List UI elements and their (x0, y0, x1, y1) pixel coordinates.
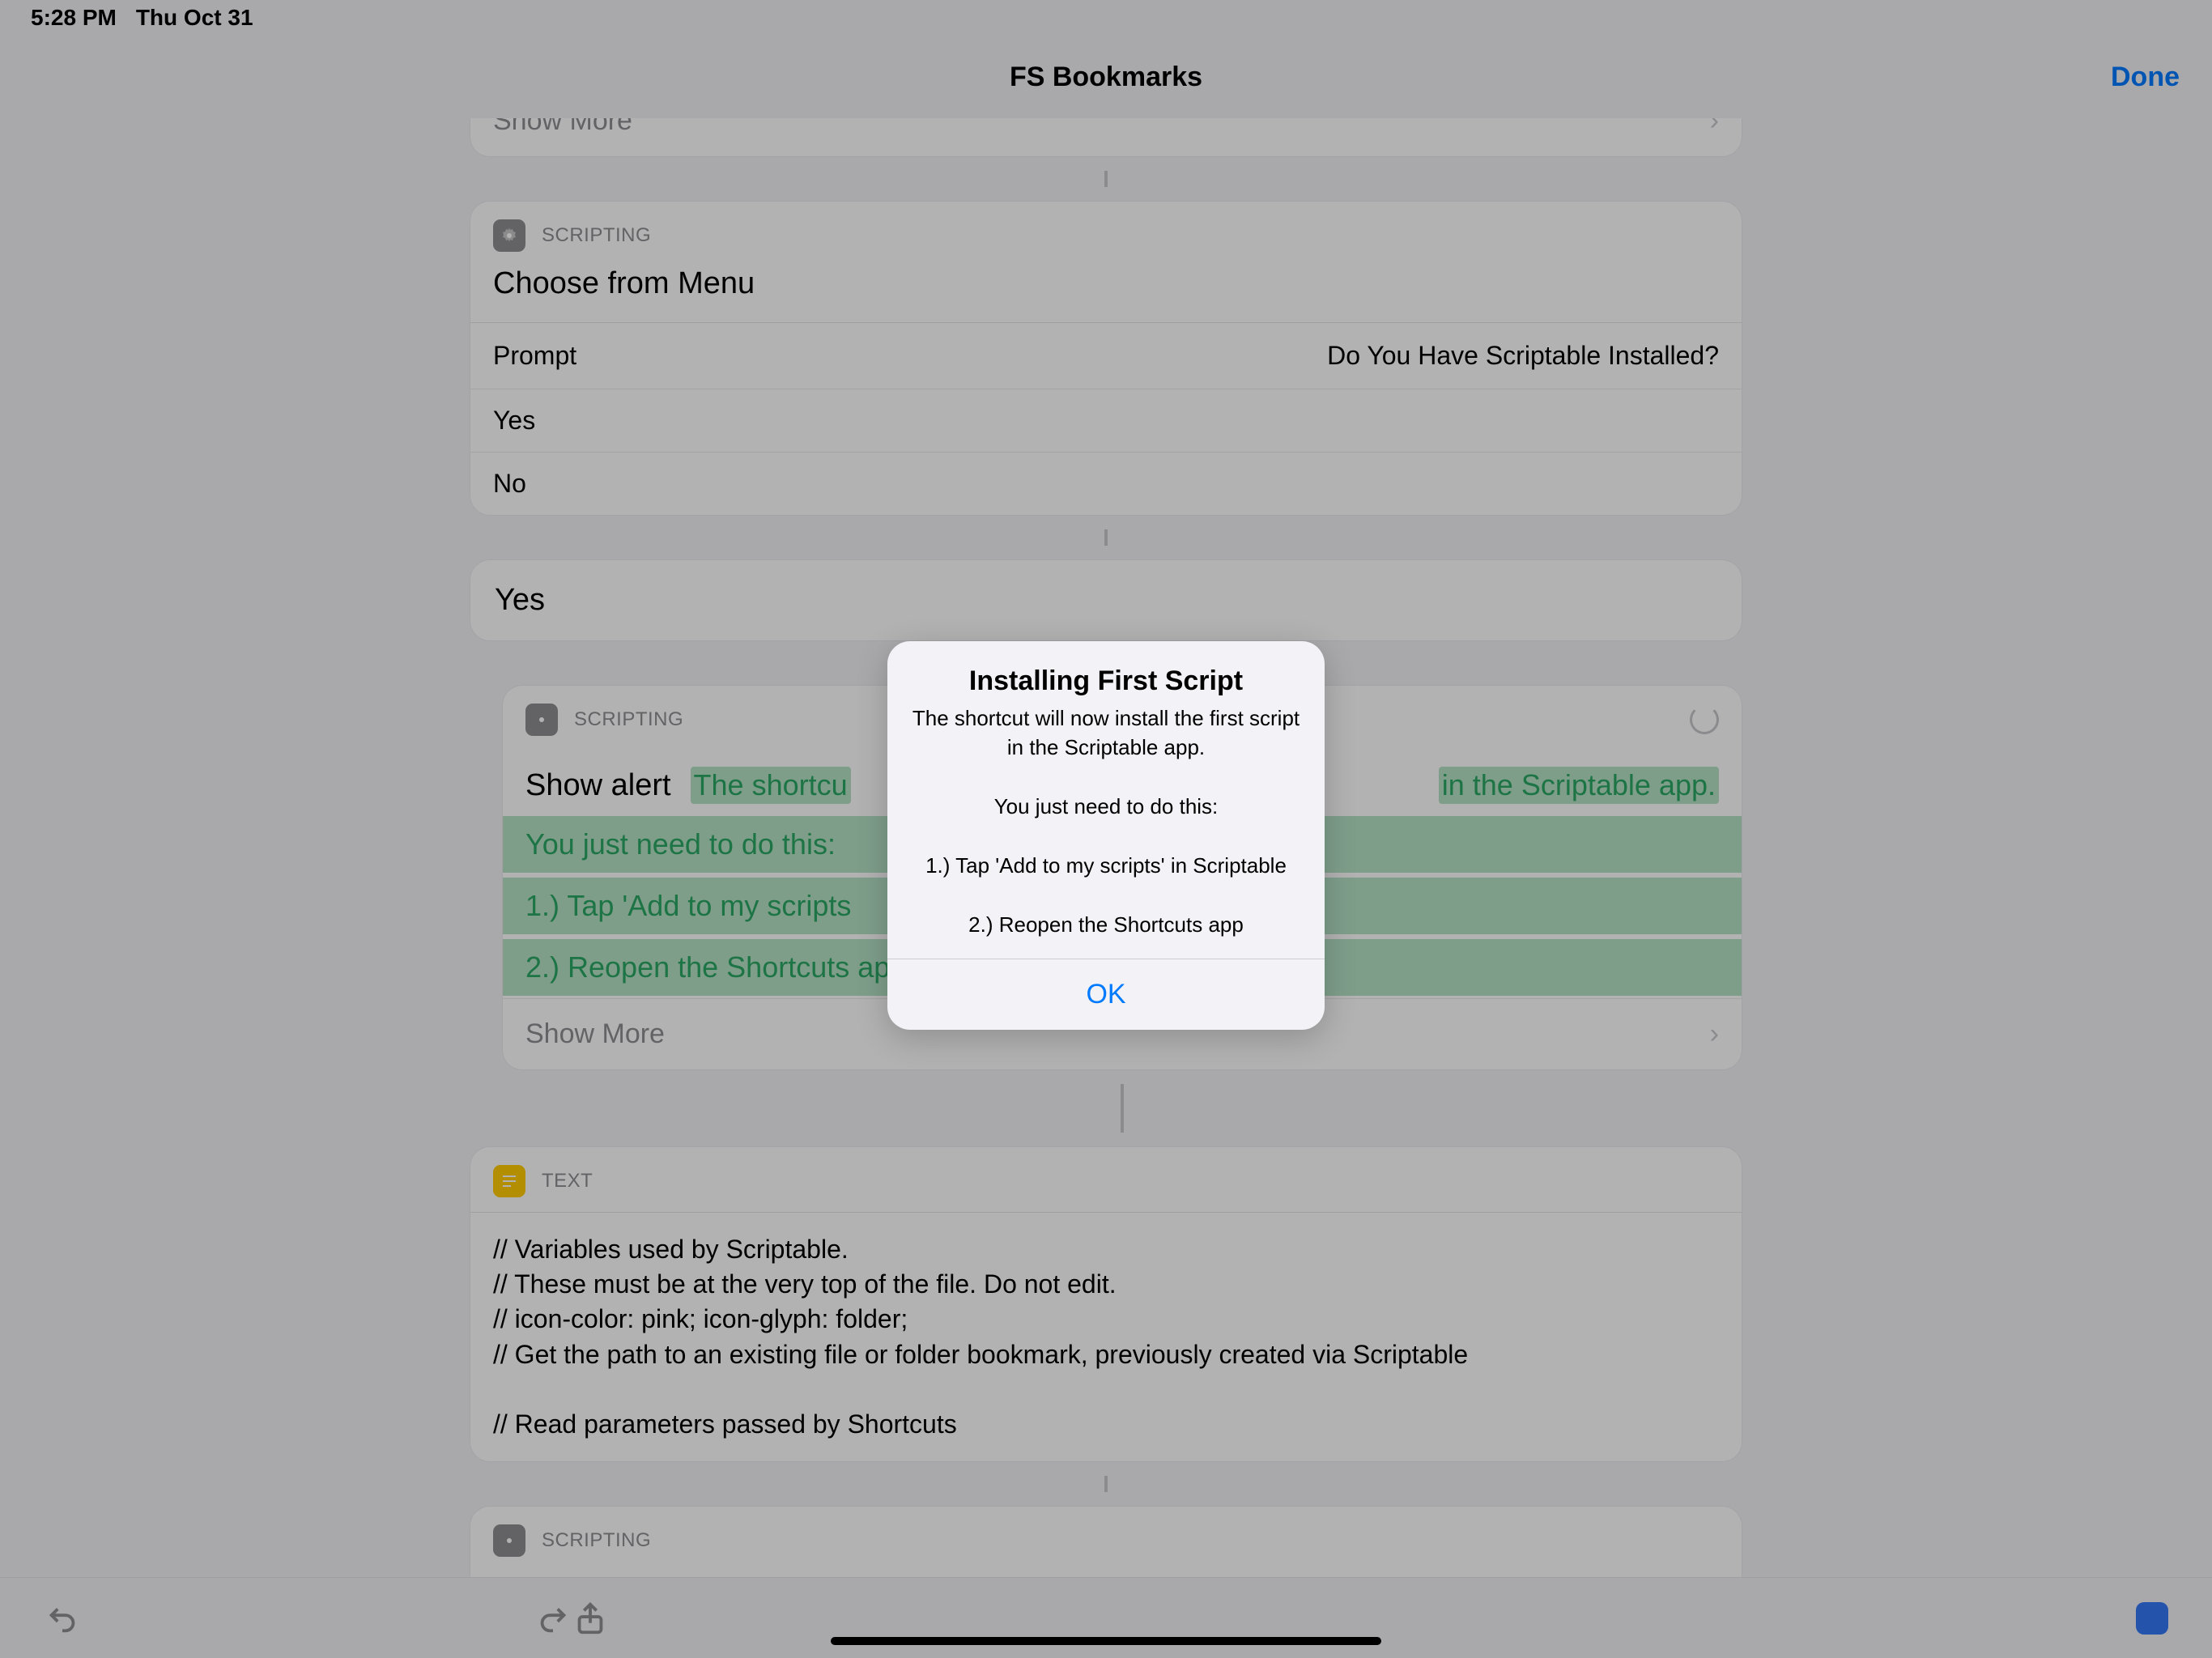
home-indicator (831, 1637, 1381, 1645)
alert-message: The shortcut will now install the first … (887, 704, 1325, 959)
alert-title: Installing First Script (887, 641, 1325, 704)
alert-dialog: Installing First Script The shortcut wil… (887, 641, 1325, 1030)
alert-ok-button[interactable]: OK (887, 959, 1325, 1030)
